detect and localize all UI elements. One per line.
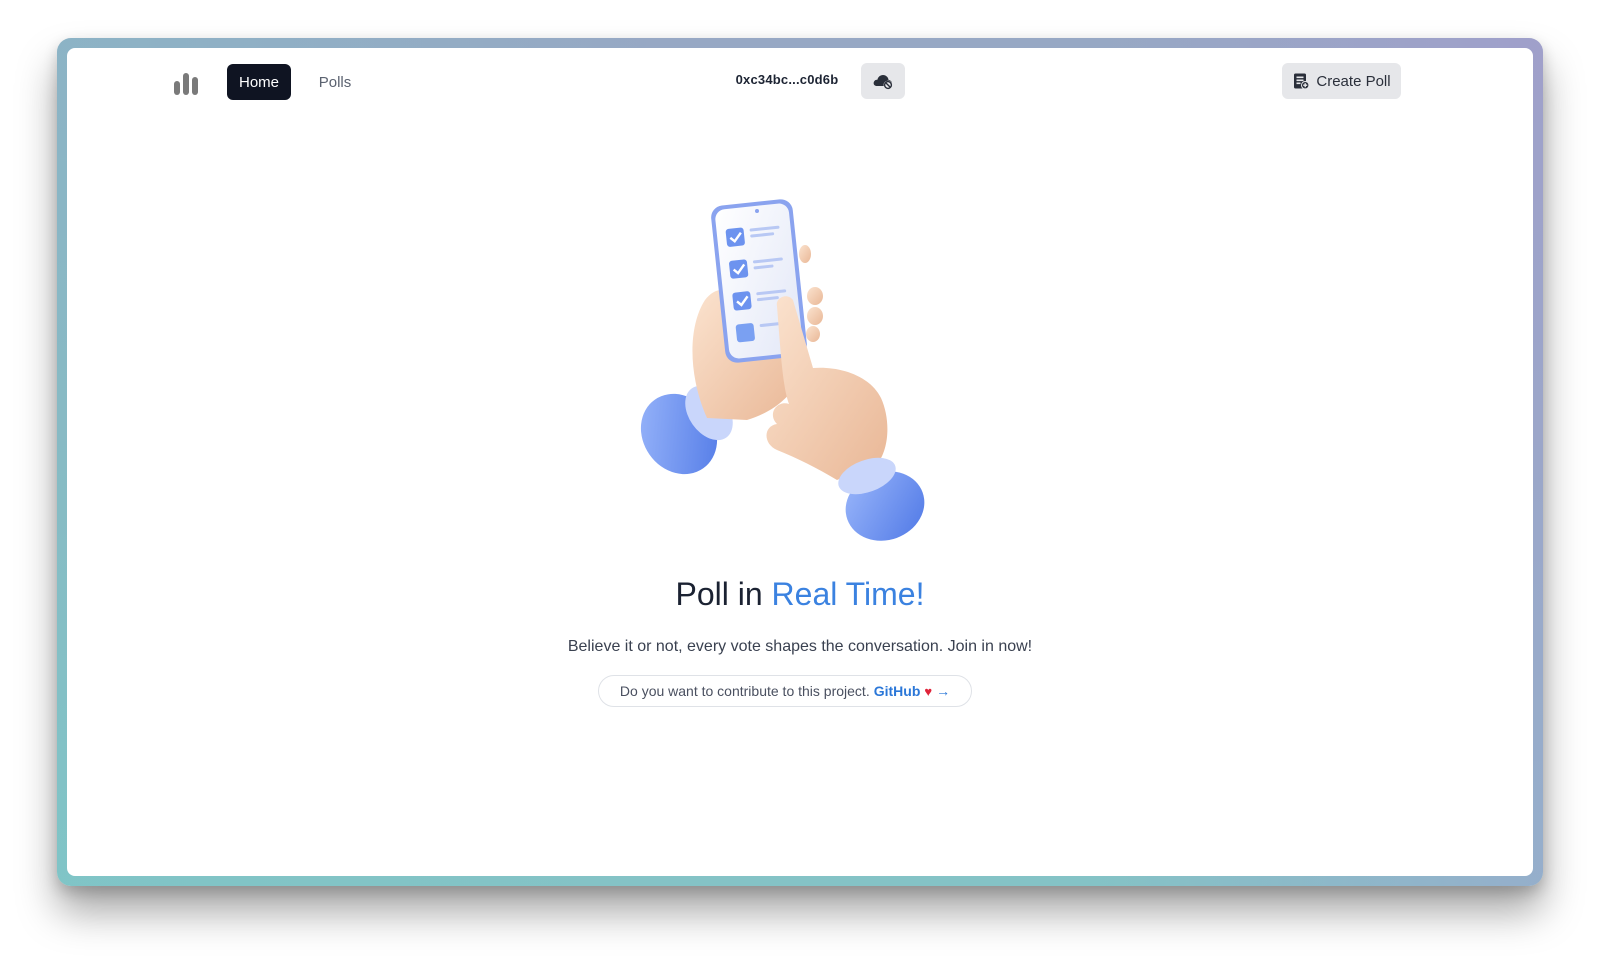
contribute-banner: Do you want to contribute to this projec… [598, 675, 972, 707]
wallet-address: 0xc34bc...c0d6b [735, 72, 839, 87]
phone-voting-illustration [640, 199, 925, 541]
nav-polls-link[interactable]: Polls [303, 64, 367, 100]
note-add-icon [1294, 73, 1310, 90]
github-link[interactable]: GitHub [874, 683, 921, 699]
nav-home-label: Home [238, 73, 279, 91]
hero-title: Poll in Real Time! [67, 576, 1533, 613]
bar-chart-icon[interactable] [174, 69, 200, 95]
arrow-right-icon[interactable]: → [936, 683, 950, 699]
hero-subtitle: Believe it or not, every vote shapes the… [567, 638, 1033, 655]
nav-home-button[interactable]: Home [227, 64, 291, 100]
hero-title-accent: Real Time! [771, 576, 925, 612]
app-frame: Home Polls 0xc34bc...c0d6b Create Poll P… [57, 38, 1543, 886]
heart-icon: ♥ [924, 683, 933, 699]
create-poll-label: Create Poll [1316, 72, 1391, 90]
top-navbar: Home Polls 0xc34bc...c0d6b Create Poll [67, 48, 1533, 118]
app-window: Home Polls 0xc34bc...c0d6b Create Poll P… [67, 48, 1533, 876]
nav-polls-label: Polls [318, 73, 352, 91]
create-poll-button[interactable]: Create Poll [1282, 63, 1401, 99]
network-status-button[interactable] [861, 63, 905, 99]
cloud-off-icon [873, 75, 893, 90]
contribute-text: Do you want to contribute to this projec… [619, 683, 870, 699]
hero-title-prefix: Poll in [675, 576, 772, 612]
